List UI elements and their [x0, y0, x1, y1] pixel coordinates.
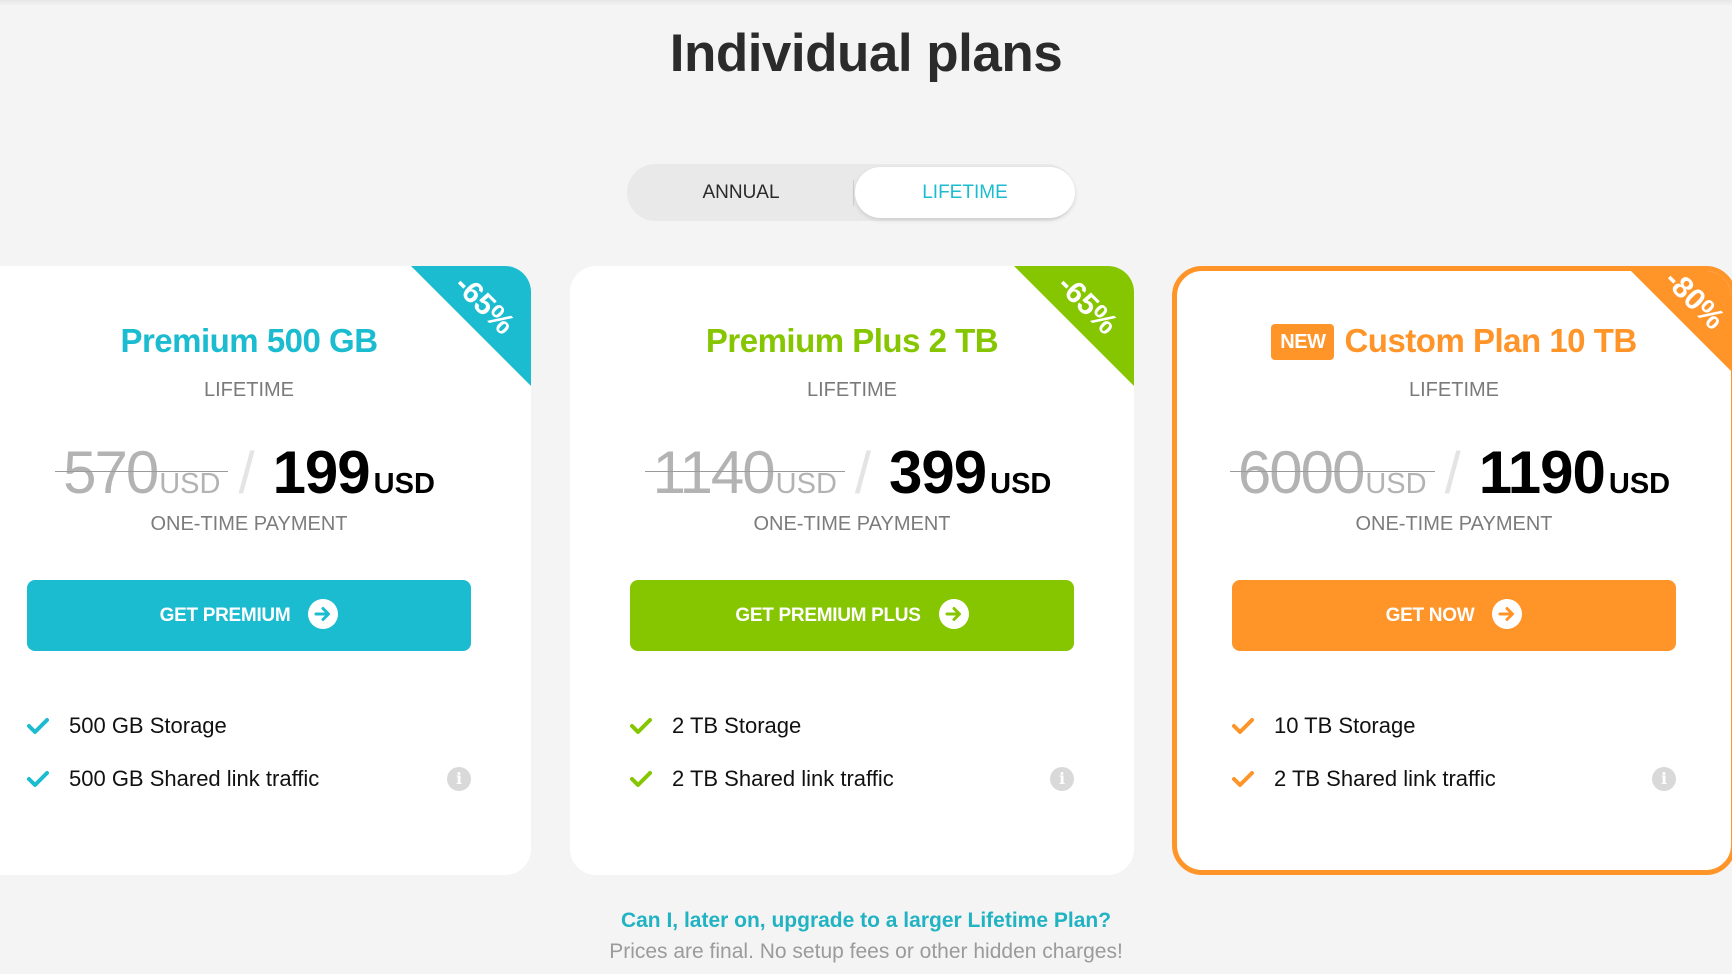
pricing-note: Prices are final. No setup fees or other… [609, 940, 1123, 963]
feature-label: 10 TB Storage [1274, 713, 1416, 738]
price-row: 6000USD/1190 USD [1177, 438, 1731, 508]
plan-period: LIFETIME [203, 379, 294, 401]
check-icon [1232, 771, 1254, 787]
price-row: 570USD/199 USD [0, 438, 531, 508]
upgrade-faq-link[interactable]: Can I, later on, upgrade to a larger Lif… [0, 907, 1732, 935]
feature-label: 2 TB Storage [672, 713, 802, 738]
feature-item: 10 TB Storage [1232, 706, 1676, 759]
cta-label: GET NOW [1385, 605, 1475, 626]
feature-label: 2 TB Shared link traffic [1274, 766, 1496, 791]
price-value: 1190 [1478, 439, 1606, 506]
plan-name: NEW Custom Plan 10 TB [1177, 321, 1731, 361]
toggle-option-annual[interactable]: ANNUAL [627, 164, 855, 221]
feature-label: 500 GB Storage [69, 713, 227, 738]
plan-name-text: Premium Plus 2 TB [705, 322, 999, 359]
feature-item: 2 TB Shared link traffic i [630, 759, 1074, 812]
price-currency: USD [373, 468, 435, 500]
strikethrough-line [644, 471, 845, 472]
new-badge: NEW [1271, 324, 1335, 360]
plan-name: Premium Plus 2 TB [570, 321, 1134, 361]
plan-period: LIFETIME [1408, 379, 1499, 401]
price-currency: USD [990, 468, 1052, 500]
check-icon [27, 771, 49, 787]
plan-name-text: Custom Plan 10 TB [1344, 322, 1637, 359]
top-shadow [0, 0, 1732, 6]
billing-toggle[interactable]: ANNUAL LIFETIME [627, 164, 1075, 221]
toggle-option-lifetime[interactable]: LIFETIME [855, 167, 1075, 218]
payment-note: ONE-TIME PAYMENT [753, 513, 951, 535]
feature-item: 500 GB Storage [27, 706, 471, 759]
arrow-right-circle-icon [1492, 598, 1523, 629]
payment-note: ONE-TIME PAYMENT [150, 513, 348, 535]
payment-note: ONE-TIME PAYMENT [1355, 513, 1553, 535]
cta-label: GET PREMIUM [159, 605, 291, 626]
feature-list: 10 TB Storage 2 TB Shared link traffic i [1232, 706, 1676, 812]
info-icon[interactable]: i [1652, 767, 1676, 791]
current-price: 399 USD [889, 439, 1051, 506]
get-now-button[interactable]: GET NOW [1232, 580, 1676, 651]
info-icon[interactable]: i [447, 767, 471, 791]
arrow-right-circle-icon [308, 598, 339, 629]
old-price-value: 1140 [652, 439, 776, 506]
plan-name-text: Premium 500 GB [120, 322, 378, 359]
feature-list: 500 GB Storage 500 GB Shared link traffi… [27, 706, 471, 812]
plan-card-custom: -80% NEW Custom Plan 10 TB LIFETIME 6000U… [1172, 266, 1732, 875]
price-separator: / [1444, 441, 1461, 506]
old-price-currency: USD [1365, 468, 1427, 500]
price-value: 199 [272, 439, 371, 506]
current-price: 199 USD [273, 439, 435, 506]
get-premium-plus-button[interactable]: GET PREMIUM PLUS [630, 580, 1074, 651]
price-row: 1140USD/399 USD [570, 438, 1134, 508]
cta-label: GET PREMIUM PLUS [735, 605, 921, 626]
check-icon [1232, 718, 1254, 734]
feature-label: 2 TB Shared link traffic [672, 766, 894, 791]
feature-label: 500 GB Shared link traffic [69, 766, 320, 791]
check-icon [630, 718, 652, 734]
feature-list: 2 TB Storage 2 TB Shared link traffic i [630, 706, 1074, 812]
check-icon [630, 771, 652, 787]
strikethrough-line [55, 471, 229, 472]
feature-item: 2 TB Shared link traffic i [1232, 759, 1676, 812]
old-price-value: 6000 [1237, 439, 1365, 506]
plan-card-premium: -65% Premium 500 GB LIFETIME 570USD/199 U… [0, 266, 531, 875]
strikethrough-line [1229, 471, 1435, 472]
price-currency: USD [1608, 468, 1671, 500]
toggle-separator [853, 180, 854, 206]
plan-period: LIFETIME [806, 379, 897, 401]
old-price-value: 570 [63, 439, 159, 506]
price-separator: / [854, 441, 872, 506]
plan-name: Premium 500 GB [0, 321, 531, 361]
arrow-right-circle-icon [938, 598, 969, 629]
feature-item: 2 TB Storage [630, 706, 1074, 759]
feature-item: 500 GB Shared link traffic i [27, 759, 471, 812]
price-value: 399 [889, 439, 987, 506]
page-title: Individual plans [669, 24, 1063, 83]
current-price: 1190 USD [1479, 439, 1670, 506]
get-premium-button[interactable]: GET PREMIUM [27, 580, 471, 651]
old-price-currency: USD [775, 468, 837, 500]
price-separator: / [238, 441, 255, 506]
plan-card-premium-plus: -65% Premium Plus 2 TB LIFETIME 1140USD /… [570, 266, 1134, 875]
info-icon[interactable]: i [1050, 767, 1074, 791]
old-price-currency: USD [159, 468, 221, 500]
check-icon [27, 718, 49, 734]
